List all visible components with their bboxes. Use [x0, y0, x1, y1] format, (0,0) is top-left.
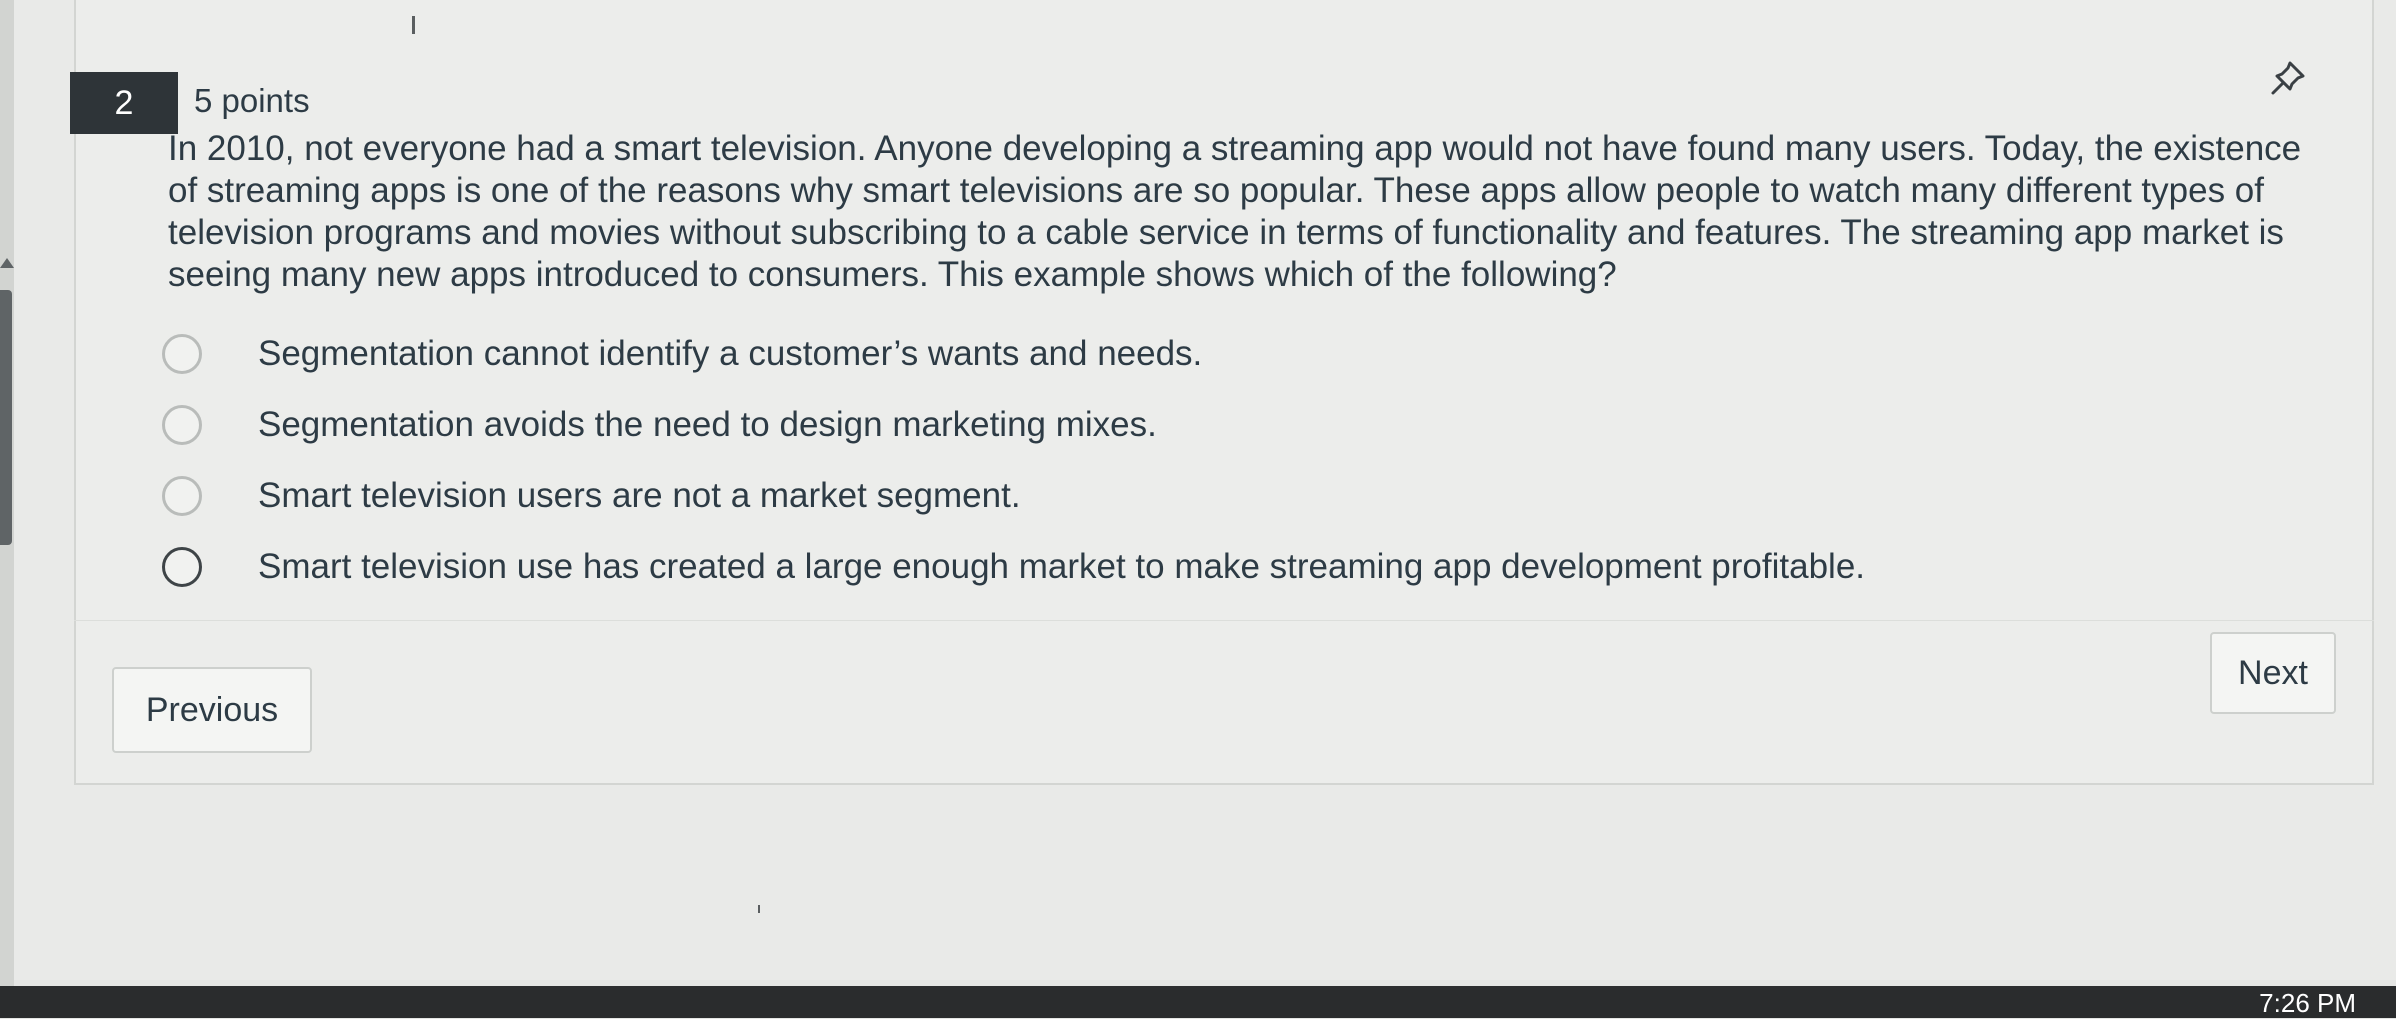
answer-option[interactable]: Segmentation avoids the need to design m…	[162, 389, 2262, 460]
taskbar: 7:26 PM	[0, 986, 2396, 1018]
radio-button[interactable]	[162, 475, 202, 516]
answer-label[interactable]: Segmentation cannot identify a customer’…	[258, 334, 1202, 374]
question-number: 2	[70, 72, 178, 134]
radio-button[interactable]	[162, 404, 202, 445]
answer-list: Segmentation cannot identify a customer’…	[162, 318, 2262, 602]
taskbar-clock[interactable]: 7:26 PM	[2259, 988, 2356, 1019]
answer-option[interactable]: Smart television use has created a large…	[162, 531, 2262, 602]
answer-label[interactable]: Smart television users are not a market …	[258, 476, 1021, 516]
stray-mark	[758, 905, 760, 913]
answer-label[interactable]: Segmentation avoids the need to design m…	[258, 405, 1157, 445]
answer-option[interactable]: Smart television users are not a market …	[162, 460, 2262, 531]
footer-divider	[74, 620, 2374, 621]
stray-mark	[412, 16, 415, 34]
radio-button[interactable]	[162, 333, 202, 374]
question-text: In 2010, not everyone had a smart televi…	[168, 129, 2302, 294]
left-edge-rail	[0, 0, 14, 1018]
pin-icon-graphic	[2271, 61, 2305, 95]
answer-label[interactable]: Smart television use has created a large…	[258, 547, 1865, 587]
previous-button[interactable]: Previous	[112, 667, 312, 753]
left-scrollbar[interactable]	[0, 290, 12, 545]
pin-icon[interactable]	[2268, 58, 2308, 98]
collapse-arrow-icon[interactable]	[0, 258, 14, 268]
answer-option[interactable]: Segmentation cannot identify a customer’…	[162, 318, 2262, 389]
radio-button[interactable]	[162, 546, 202, 587]
next-button[interactable]: Next	[2210, 632, 2336, 714]
question-points: 5 points	[194, 82, 310, 119]
